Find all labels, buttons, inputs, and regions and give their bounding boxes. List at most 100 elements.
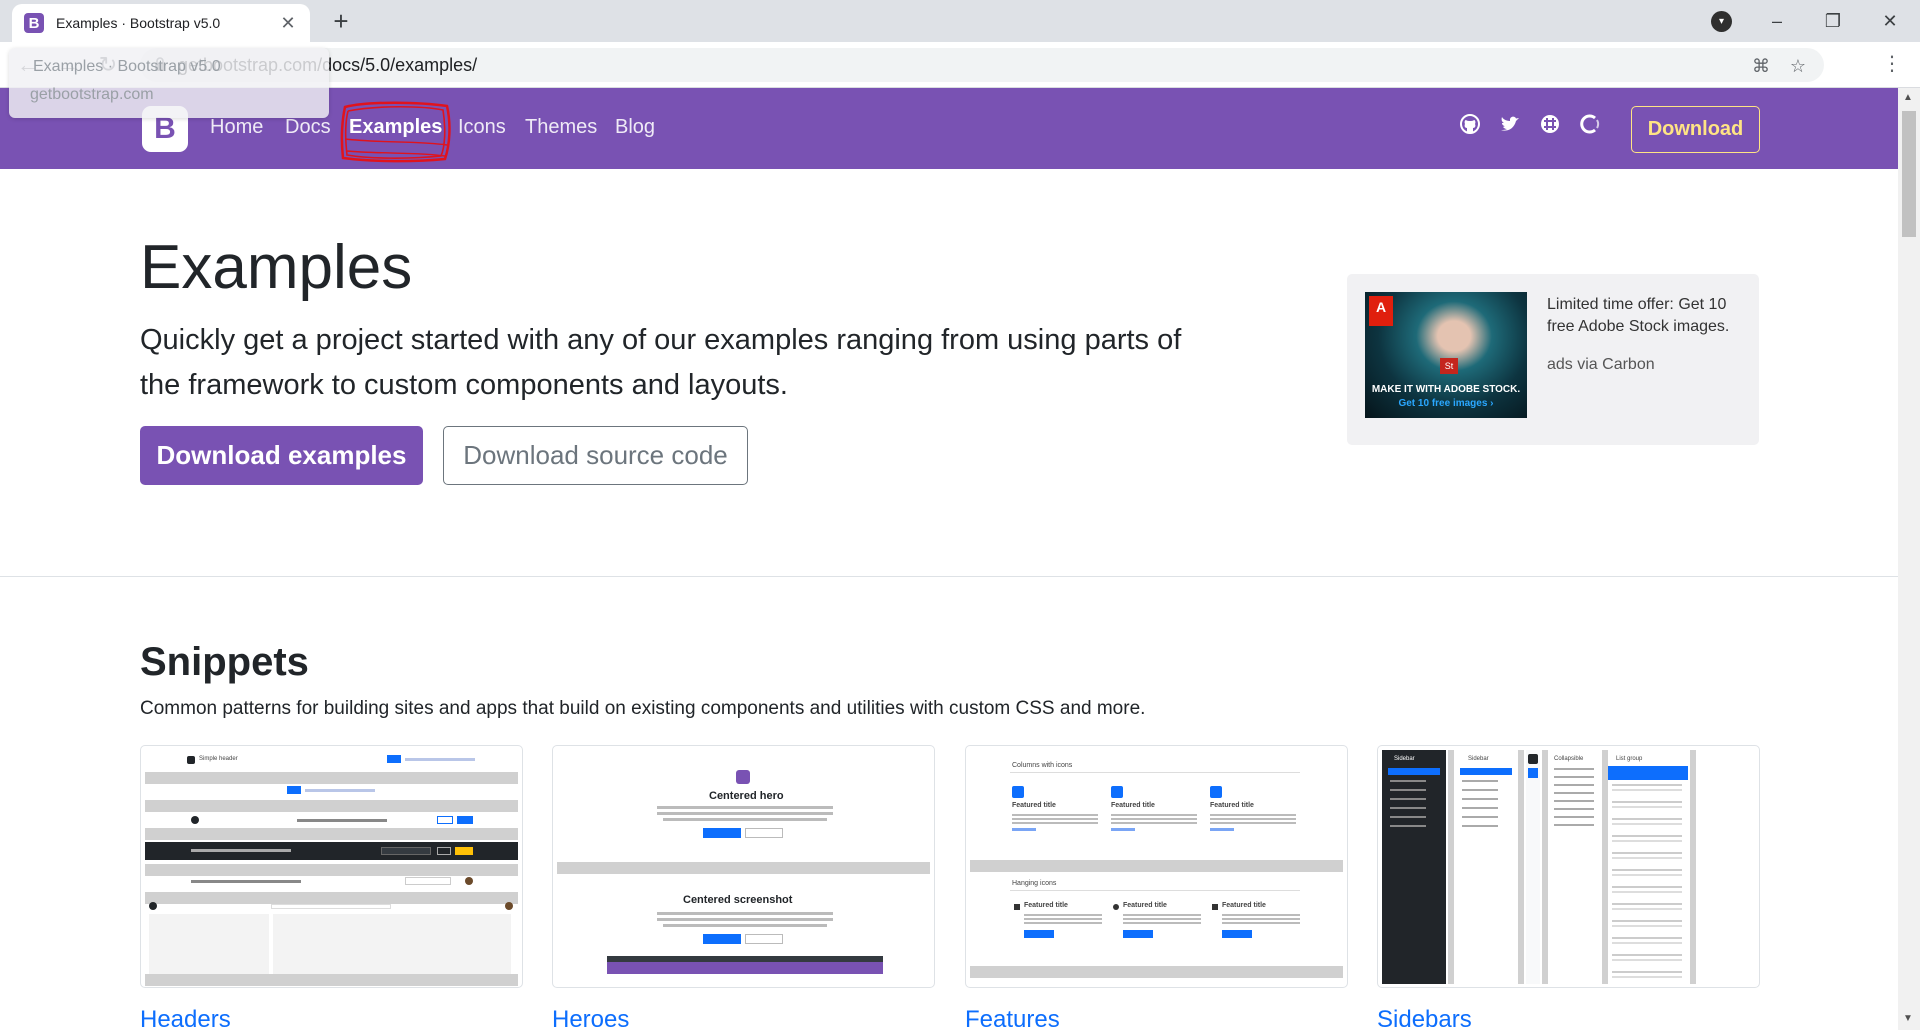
mini-nav-links	[305, 789, 375, 792]
mini-feature-icon	[1210, 786, 1222, 798]
opencollective-icon[interactable]	[1579, 113, 1601, 135]
mini-band	[145, 974, 518, 986]
mini-avatar	[505, 902, 513, 910]
thumb-collapsible-label: Collapsible	[1554, 756, 1584, 762]
heroes-card-thumbnail[interactable]: Centered hero Centered screenshot	[552, 745, 935, 988]
mini-band	[970, 860, 1343, 872]
mini-active-pill	[287, 786, 301, 794]
mini-link	[1012, 828, 1036, 831]
mini-text-block	[1024, 914, 1102, 924]
thumb-featured-title: Featured title	[1024, 902, 1068, 909]
mini-band	[145, 892, 518, 904]
mini-hanging-icon	[1014, 904, 1020, 910]
sidebars-link[interactable]: Sidebars	[1377, 1006, 1472, 1030]
mini-active-pill	[387, 755, 401, 763]
mini-band	[145, 772, 518, 784]
mini-hanging-icon	[1113, 904, 1119, 910]
features-card-thumbnail[interactable]: Columns with icons Featured title Featur…	[965, 745, 1348, 988]
features-link[interactable]: Features	[965, 1006, 1060, 1030]
headers-card-thumbnail[interactable]: Simple header	[140, 745, 523, 988]
thumb-hanging-icons: Hanging icons	[1012, 880, 1057, 887]
ad-image-headline: MAKE IT WITH ADOBE STOCK.	[1371, 384, 1521, 395]
mini-divider	[1542, 750, 1548, 984]
sidebars-card-thumbnail[interactable]: Sidebar Sidebar Collapsible List group	[1377, 745, 1760, 988]
mini-secondary-button	[745, 828, 783, 838]
mini-secondary-button	[745, 934, 783, 944]
mini-logo-icon	[1528, 754, 1538, 764]
ad-text-link[interactable]: Limited time offer: Get 10 free Adobe St…	[1547, 294, 1747, 338]
mini-logo-icon	[191, 816, 199, 824]
close-window-button[interactable]: ✕	[1870, 6, 1910, 36]
nav-link-examples[interactable]: Examples	[349, 116, 442, 139]
mini-nav-links	[191, 880, 301, 883]
browser-tab-bar: B Examples · Bootstrap v5.0 ✕ + ▾ – ❐ ✕	[0, 0, 1920, 42]
mini-primary-button	[1024, 930, 1054, 938]
mini-text-block	[1012, 814, 1098, 824]
mini-text-line	[657, 912, 833, 915]
tab-search-icon[interactable]: ▾	[1711, 11, 1732, 32]
browser-menu-icon[interactable]: ⋮	[1880, 50, 1904, 78]
twitter-icon[interactable]	[1499, 113, 1521, 135]
mini-divider	[1602, 750, 1608, 984]
page-title: Examples	[140, 233, 413, 302]
headers-link[interactable]: Headers	[140, 1006, 231, 1030]
minimize-button[interactable]: –	[1757, 6, 1797, 36]
adobe-logo: A	[1369, 296, 1393, 326]
download-examples-button[interactable]: Download examples	[140, 426, 423, 485]
browser-tab[interactable]: B Examples · Bootstrap v5.0 ✕	[12, 4, 310, 42]
thumb-featured-title: Featured title	[1123, 902, 1167, 909]
mini-text-line	[657, 806, 833, 809]
mini-link	[1111, 828, 1135, 831]
tooltip-host: getbootstrap.com	[30, 86, 154, 103]
download-source-button[interactable]: Download source code	[443, 426, 748, 485]
new-tab-button[interactable]: +	[326, 6, 356, 36]
nav-link-themes[interactable]: Themes	[525, 116, 597, 139]
tab-title: Examples · Bootstrap v5.0	[56, 15, 221, 31]
ad-attribution-link[interactable]: ads via Carbon	[1547, 356, 1655, 374]
nav-link-icons[interactable]: Icons	[458, 116, 506, 139]
mini-login-button	[437, 816, 453, 824]
mini-sidebar-items	[1390, 780, 1426, 830]
mini-band	[145, 828, 518, 840]
ad-image[interactable]: A St MAKE IT WITH ADOBE STOCK. Get 10 fr…	[1365, 292, 1527, 418]
nav-link-blog[interactable]: Blog	[615, 116, 655, 139]
mini-avatar	[465, 877, 473, 885]
mini-logo-icon	[149, 902, 157, 910]
close-tab-icon[interactable]: ✕	[278, 13, 298, 34]
scroll-down-arrow-icon[interactable]: ▼	[1903, 1013, 1913, 1024]
mini-rule	[1010, 772, 1300, 773]
mini-band	[145, 864, 518, 876]
ad-image-cta: Get 10 free images ›	[1398, 398, 1494, 409]
bootstrap-favicon-icon: B	[24, 13, 44, 33]
mini-screenshot	[607, 962, 883, 974]
address-bar[interactable]: getbootstrap.com/docs/5.0/examples/ ⌘ ☆	[140, 48, 1824, 82]
mini-link	[1210, 828, 1234, 831]
mini-icon-sidebar	[1526, 750, 1540, 984]
thumb-columns-with-icons: Columns with icons	[1012, 762, 1073, 769]
heroes-link[interactable]: Heroes	[552, 1006, 629, 1030]
stock-badge: St	[1440, 358, 1458, 374]
github-icon[interactable]	[1459, 113, 1481, 135]
mini-signup-button	[455, 847, 473, 855]
mini-signup-button	[457, 816, 473, 824]
restore-button[interactable]: ❐	[1813, 6, 1853, 36]
mini-divider	[1518, 750, 1524, 984]
thumb-sidebar-label: Sidebar	[1394, 756, 1415, 762]
thumb-centered-hero: Centered hero	[709, 790, 784, 802]
snippets-description: Common patterns for building sites and a…	[140, 698, 1146, 719]
carbon-ad: A St MAKE IT WITH ADOBE STOCK. Get 10 fr…	[1347, 274, 1759, 445]
bookmark-star-icon[interactable]: ☆	[1785, 53, 1811, 79]
scroll-up-arrow-icon[interactable]: ▲	[1903, 92, 1913, 103]
nav-link-docs[interactable]: Docs	[285, 116, 331, 139]
mini-text-block	[1111, 814, 1197, 824]
mini-active-item	[1460, 768, 1512, 775]
mini-active-item	[1388, 768, 1440, 775]
mini-list-items	[1612, 784, 1682, 980]
scrollbar-thumb[interactable]	[1902, 111, 1916, 237]
slack-icon[interactable]	[1539, 113, 1561, 135]
translate-icon[interactable]: ⌘	[1748, 53, 1774, 79]
nav-link-home[interactable]: Home	[210, 116, 263, 139]
mini-text-line	[657, 918, 833, 921]
nav-download-button[interactable]: Download	[1631, 106, 1760, 153]
mini-primary-button	[703, 828, 741, 838]
